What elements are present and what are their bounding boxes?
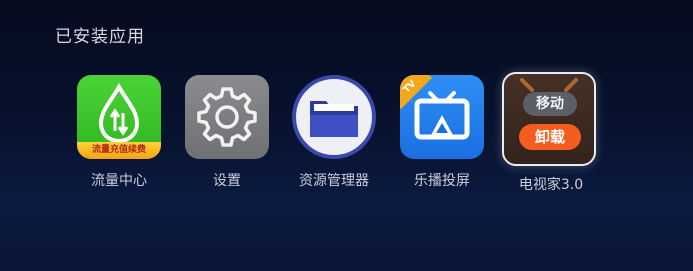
app-tile-focused[interactable]: 移动 卸载 (502, 72, 596, 166)
app-tile[interactable]: 流量充值续费 (77, 75, 161, 159)
app-label: 流量中心 (91, 173, 147, 189)
section-title: 已安装应用 (55, 27, 145, 47)
folder-icon (310, 101, 358, 137)
app-tv-home[interactable]: 移动 卸载 电视家3.0 (502, 72, 596, 193)
focus-dim-overlay (504, 74, 594, 164)
app-label: 电视家3.0 (518, 177, 584, 193)
app-label: 乐播投屏 (414, 173, 470, 189)
gear-icon (197, 87, 257, 147)
uninstall-button[interactable]: 卸载 (519, 124, 581, 150)
app-tile[interactable] (185, 75, 269, 159)
app-tile[interactable]: TV (400, 75, 484, 159)
app-label: 资源管理器 (299, 173, 369, 189)
move-button[interactable]: 移动 (523, 92, 577, 116)
app-file-manager[interactable]: 资源管理器 (292, 75, 376, 189)
app-lebo-cast[interactable]: TV 乐播投屏 (400, 75, 484, 189)
app-label: 设置 (213, 173, 241, 189)
promo-badge: 流量充值续费 (77, 142, 161, 159)
app-flow-center[interactable]: 流量充值续费 流量中心 (77, 75, 161, 189)
app-settings[interactable]: 设置 (185, 75, 269, 189)
app-tile[interactable] (292, 75, 376, 159)
